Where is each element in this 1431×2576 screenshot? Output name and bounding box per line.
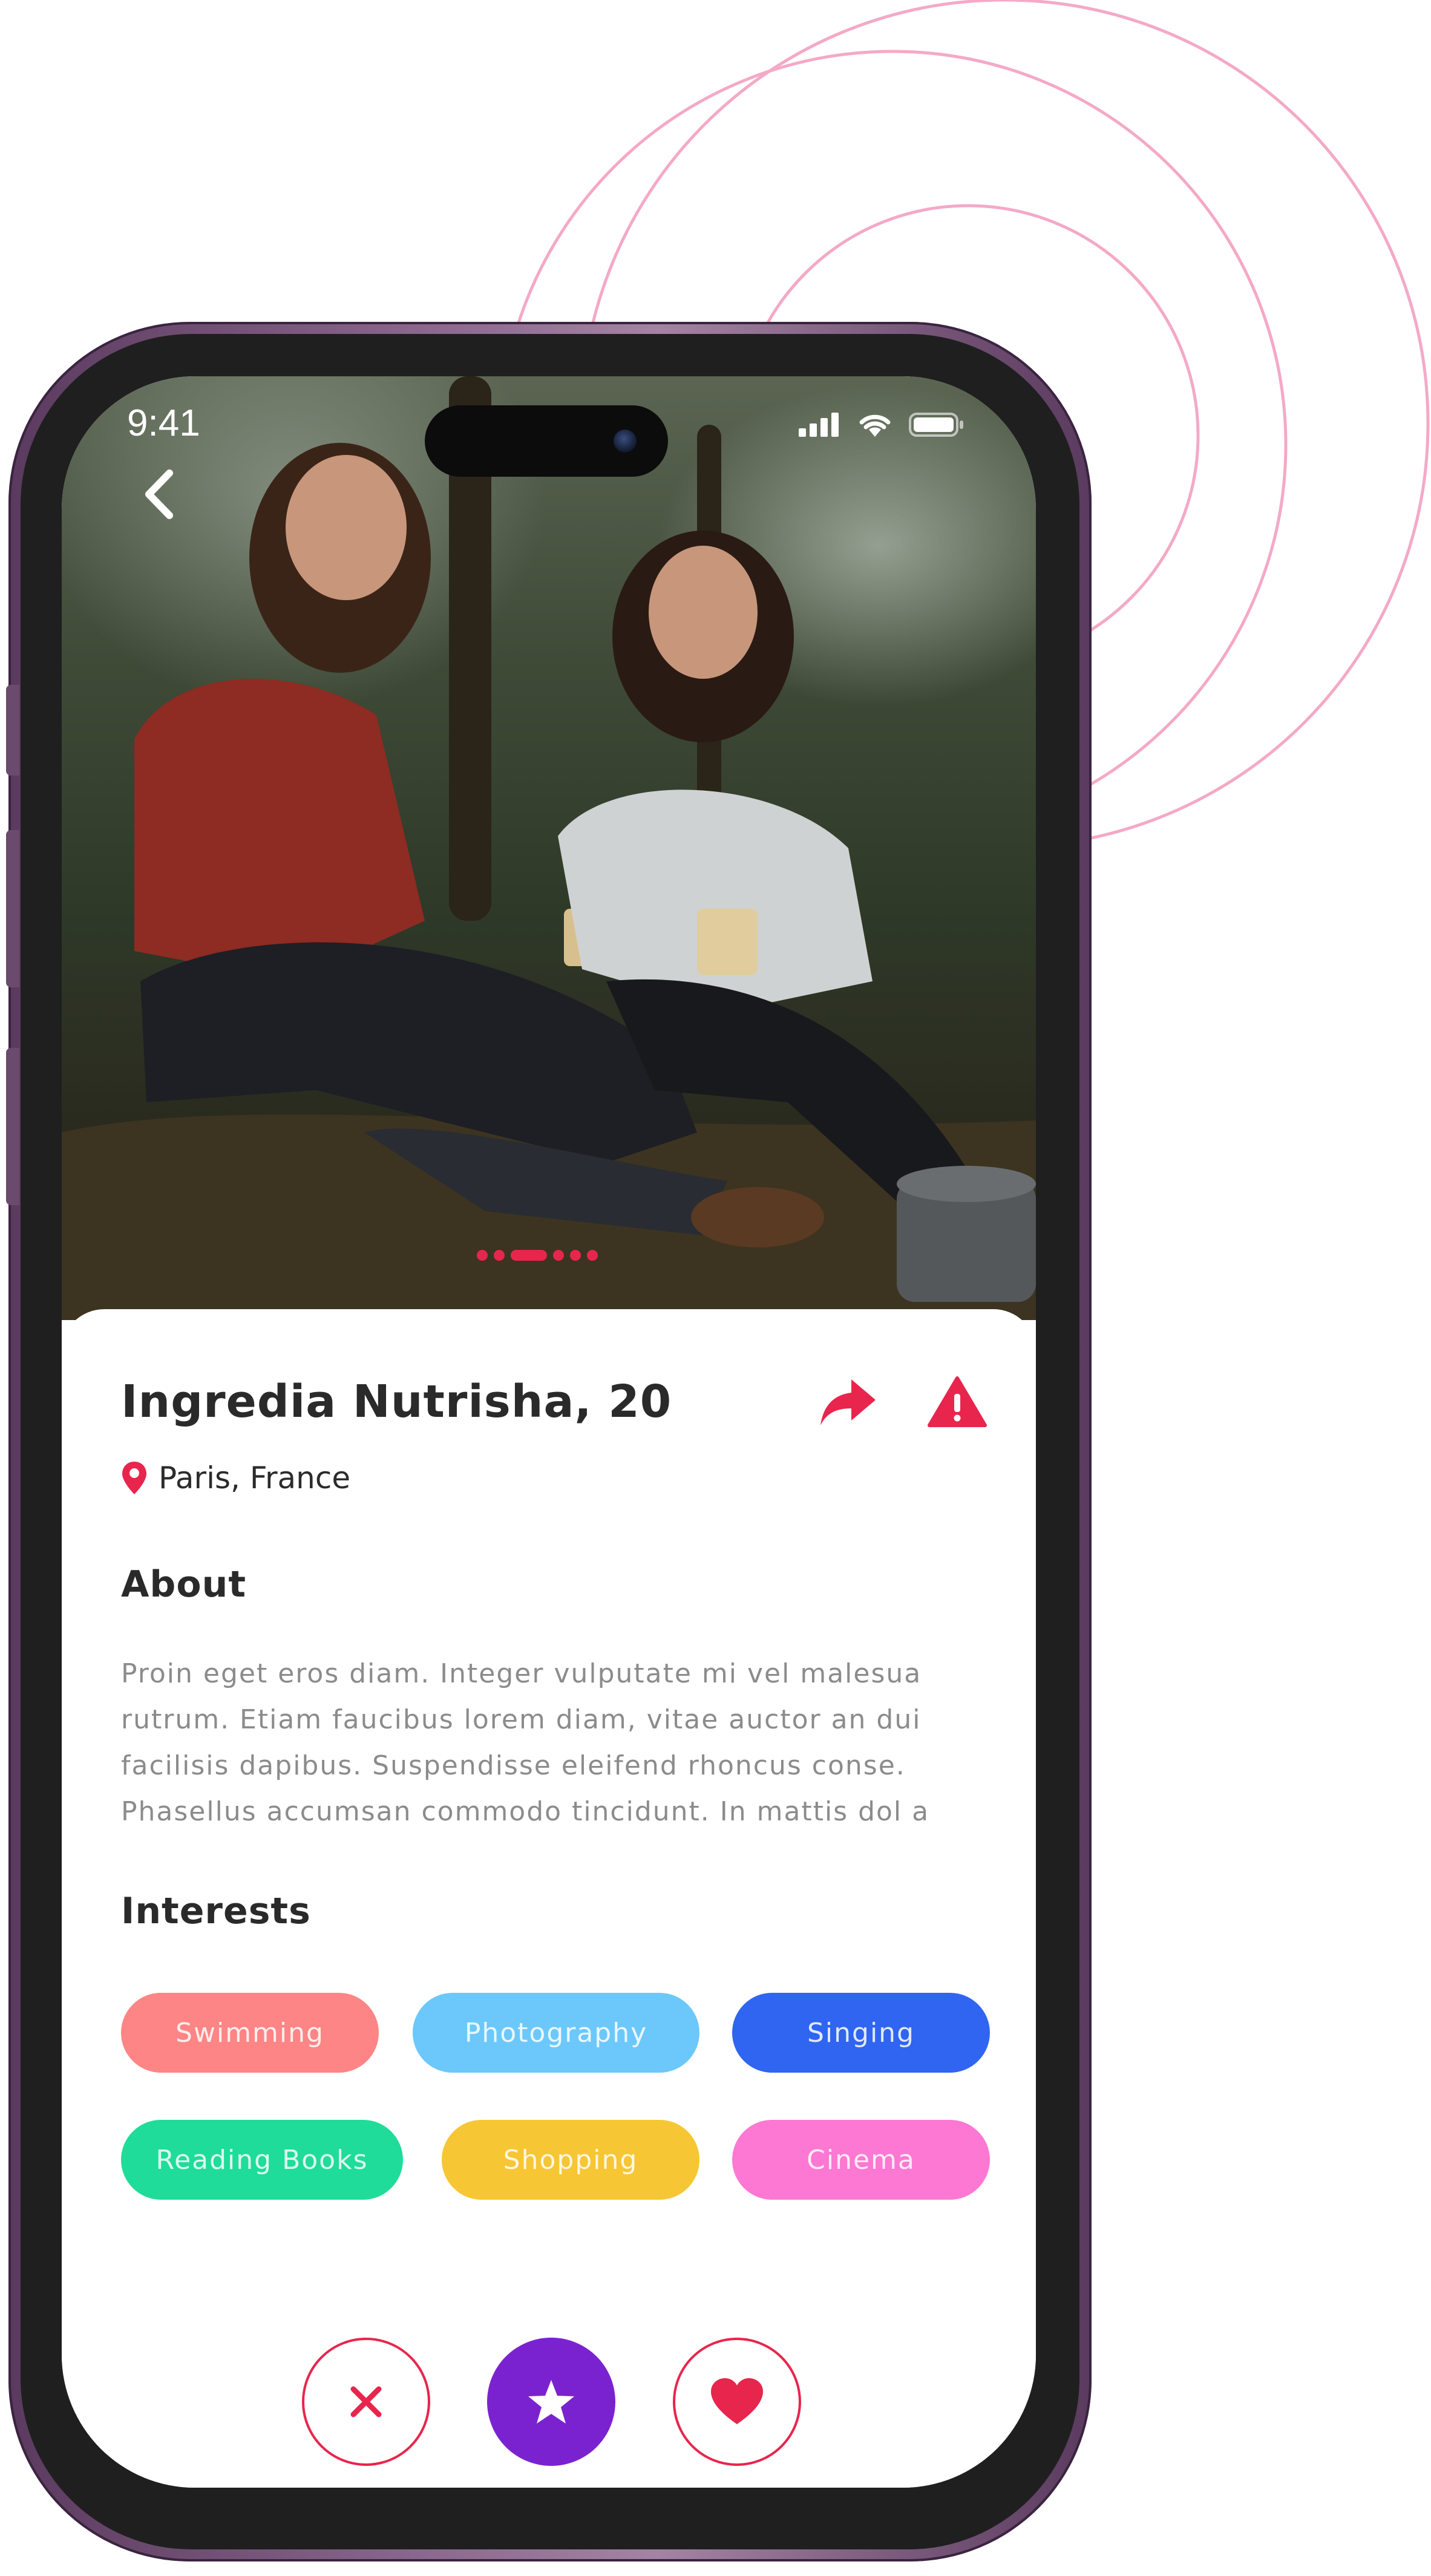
carousel-dot-active[interactable] [511,1250,547,1261]
wifi-icon [859,414,891,437]
carousel-dot[interactable] [494,1250,505,1261]
dynamic-island [425,405,668,477]
phone-side-button [6,685,19,776]
heart-icon [711,2378,763,2424]
about-heading: About [121,1563,247,1606]
carousel-dot[interactable] [570,1250,581,1261]
interest-chip-cinema[interactable]: Cinema [732,2120,990,2200]
phone-screen: 9:41 Ingredia Nutrisha, 20 Paris, France… [62,376,1036,2488]
phone-side-button [6,1048,19,1205]
close-icon [350,2386,382,2417]
location-label: Paris, France [159,1460,351,1496]
chevron-left-icon [145,469,173,519]
warning-icon [928,1376,987,1427]
interests-heading: Interests [121,1890,311,1932]
camera-icon [614,430,637,453]
battery-icon [909,413,963,437]
superlike-button[interactable] [487,2338,615,2466]
interest-chip-swimming[interactable]: Swimming [121,1993,379,2073]
interest-chip-reading-books[interactable]: Reading Books [121,2120,403,2200]
star-icon [528,2380,574,2424]
back-button[interactable] [134,467,189,521]
like-button[interactable] [673,2338,801,2466]
location-pin-icon [122,1462,146,1494]
cellular-signal-icon [799,413,839,437]
status-time: 9:41 [127,402,200,444]
interest-chip-singing[interactable]: Singing [732,1993,990,2073]
photo-carousel-indicator [477,1250,598,1261]
share-button[interactable] [818,1375,879,1429]
profile-name-age: Ingredia Nutrisha, 20 [121,1376,672,1428]
about-text: Proin eget eros diam. Integer vulputate … [121,1658,930,1827]
report-button[interactable] [927,1375,987,1429]
status-bar: 9:41 [62,376,1036,477]
profile-card: Ingredia Nutrisha, 20 Paris, France Abou… [62,1309,1036,2488]
interest-chip-photography[interactable]: Photography [413,1993,699,2073]
phone-side-button [6,830,19,987]
carousel-dot[interactable] [587,1250,598,1261]
photo-people-illustration [62,443,1036,1320]
carousel-dot[interactable] [553,1250,564,1261]
carousel-dot[interactable] [477,1250,488,1261]
interest-chip-shopping[interactable]: Shopping [442,2120,699,2200]
profile-location: Paris, France [121,1460,350,1496]
dislike-button[interactable] [302,2338,430,2466]
share-arrow-icon [820,1379,876,1425]
profile-photo[interactable]: 9:41 [62,376,1036,1320]
